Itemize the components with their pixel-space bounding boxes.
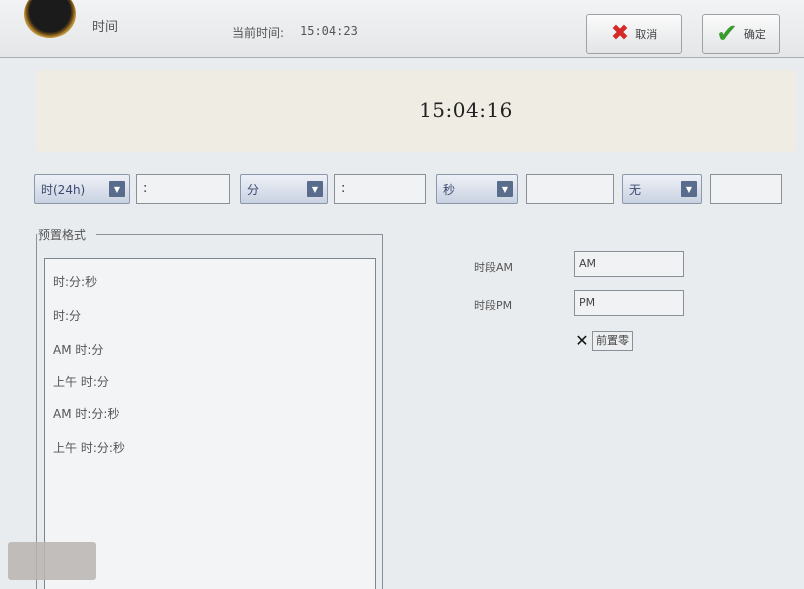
obscured-region bbox=[8, 542, 96, 580]
cancel-button-label: 取消 bbox=[635, 28, 658, 41]
list-item[interactable]: AM 时:分 bbox=[53, 341, 103, 358]
separator-2-field[interactable]: : bbox=[334, 174, 426, 204]
chevron-down-icon: ▼ bbox=[109, 181, 125, 197]
time-preview-value: 15:04:16 bbox=[419, 98, 513, 122]
time-preview-panel: 15:04:16 bbox=[36, 70, 796, 152]
hour-format-dropdown[interactable]: 时(24h) ▼ bbox=[34, 174, 130, 204]
chevron-down-icon: ▼ bbox=[681, 181, 697, 197]
ok-button-label: 确定 bbox=[743, 28, 766, 41]
chevron-down-icon: ▼ bbox=[307, 181, 323, 197]
title-bar: 时间 当前时间: 15:04:23 ✖ 取消 ✔ 确定 bbox=[0, 0, 804, 58]
list-item[interactable]: 时:分 bbox=[53, 307, 81, 324]
cancel-button[interactable]: ✖ 取消 bbox=[586, 14, 682, 54]
group-border bbox=[96, 234, 382, 235]
list-item[interactable]: 上午 时:分:秒 bbox=[53, 439, 125, 456]
page-title: 时间 bbox=[92, 20, 119, 35]
separator-4-field[interactable] bbox=[710, 174, 782, 204]
hour-format-value: 时(24h) bbox=[41, 182, 86, 197]
ampm-format-dropdown[interactable]: 无 ▼ bbox=[622, 174, 702, 204]
current-time-value: 15:04:23 bbox=[300, 24, 358, 38]
minute-format-dropdown[interactable]: 分 ▼ bbox=[240, 174, 328, 204]
second-format-value: 秒 bbox=[443, 182, 456, 197]
leading-zero-label[interactable]: 前置零 bbox=[592, 331, 633, 351]
preset-format-list[interactable]: 时:分:秒 时:分 AM 时:分 上午 时:分 AM 时:分:秒 上午 时:分:… bbox=[44, 258, 376, 589]
ok-button[interactable]: ✔ 确定 bbox=[702, 14, 780, 54]
app-logo bbox=[24, 0, 76, 38]
separator-3-field[interactable] bbox=[526, 174, 614, 204]
preset-format-group-label: 预置格式 bbox=[38, 226, 91, 243]
minute-format-value: 分 bbox=[247, 182, 260, 197]
ampm-format-value: 无 bbox=[629, 182, 642, 197]
pm-label: 时段PM bbox=[474, 299, 513, 312]
list-item[interactable]: AM 时:分:秒 bbox=[53, 405, 119, 422]
list-item[interactable]: 时:分:秒 bbox=[53, 273, 97, 290]
list-item[interactable]: 上午 时:分 bbox=[53, 373, 109, 390]
chevron-down-icon: ▼ bbox=[497, 181, 513, 197]
close-icon: ✖ bbox=[610, 21, 630, 46]
am-label: 时段AM bbox=[474, 261, 514, 274]
check-icon: ✔ bbox=[716, 19, 738, 49]
group-border bbox=[36, 234, 37, 589]
leading-zero-checkbox[interactable]: ✕ bbox=[574, 333, 590, 349]
pm-text-field[interactable]: PM bbox=[574, 290, 684, 316]
am-text-field[interactable]: AM bbox=[574, 251, 684, 277]
group-border bbox=[382, 234, 383, 589]
second-format-dropdown[interactable]: 秒 ▼ bbox=[436, 174, 518, 204]
current-time-label: 当前时间: bbox=[232, 26, 285, 40]
separator-1-field[interactable]: : bbox=[136, 174, 230, 204]
